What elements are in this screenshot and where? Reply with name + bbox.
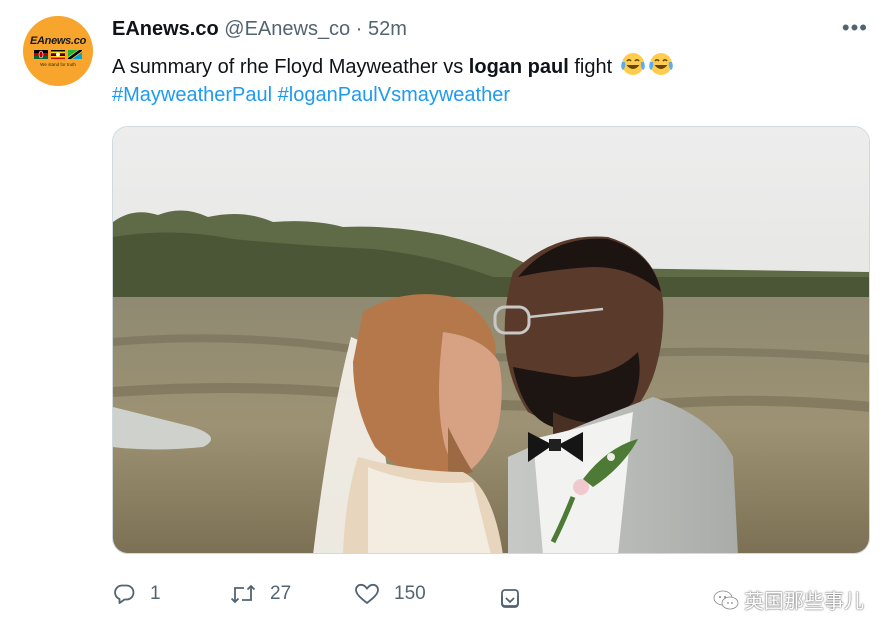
kenya-flag-icon — [34, 50, 48, 59]
tweet-text-suffix: fight — [568, 56, 613, 78]
uganda-flag-icon — [51, 50, 65, 59]
face-with-tears-of-joy-icon — [648, 51, 674, 86]
share-icon — [501, 589, 519, 608]
face-with-tears-of-joy-icon — [620, 51, 646, 86]
tweet-text-prefix: A summary of rhe Floyd Mayweather vs — [112, 56, 469, 78]
tweet-header: EAnews.co @EAnews_co · 52m — [112, 18, 407, 41]
hashtag-line: #MayweatherPaul #loganPaulVsmayweather — [112, 81, 510, 110]
user-handle[interactable]: @EAnews_co — [224, 18, 350, 40]
more-options-button[interactable]: ••• — [842, 17, 868, 39]
wedding-photo-image — [113, 127, 869, 553]
display-name[interactable]: EAnews.co — [112, 18, 219, 40]
retweet-count: 27 — [270, 583, 292, 604]
avatar-flags — [34, 50, 82, 59]
tweet-media-photo[interactable] — [112, 126, 870, 554]
watermark-text: 英国那些事儿 — [744, 591, 864, 613]
reply-button[interactable]: 1 — [112, 582, 161, 606]
reply-count: 1 — [150, 583, 161, 604]
retweet-icon — [230, 584, 256, 604]
like-count: 150 — [394, 583, 426, 604]
avatar-tagline: We stand for truth — [40, 62, 76, 67]
hashtag-link[interactable]: #loganPaulVsmayweather — [278, 84, 510, 106]
avatar-brand-text: EAnews.co — [30, 35, 86, 47]
avatar[interactable]: EAnews.co We stand for truth — [23, 16, 93, 86]
tanzania-flag-icon — [68, 50, 82, 59]
like-button[interactable]: 150 — [354, 582, 426, 606]
tweet-text-bold: logan paul — [468, 56, 569, 78]
share-button[interactable] — [498, 586, 522, 610]
watermark: 英国那些事儿 — [712, 585, 864, 614]
heart-icon — [355, 583, 379, 604]
retweet-button[interactable]: 27 — [230, 582, 291, 606]
timestamp[interactable]: 52m — [368, 18, 407, 40]
hashtag-link[interactable]: #MayweatherPaul — [112, 84, 272, 106]
wechat-icon — [713, 590, 739, 609]
reply-icon — [114, 584, 135, 604]
separator-dot: · — [355, 18, 363, 40]
